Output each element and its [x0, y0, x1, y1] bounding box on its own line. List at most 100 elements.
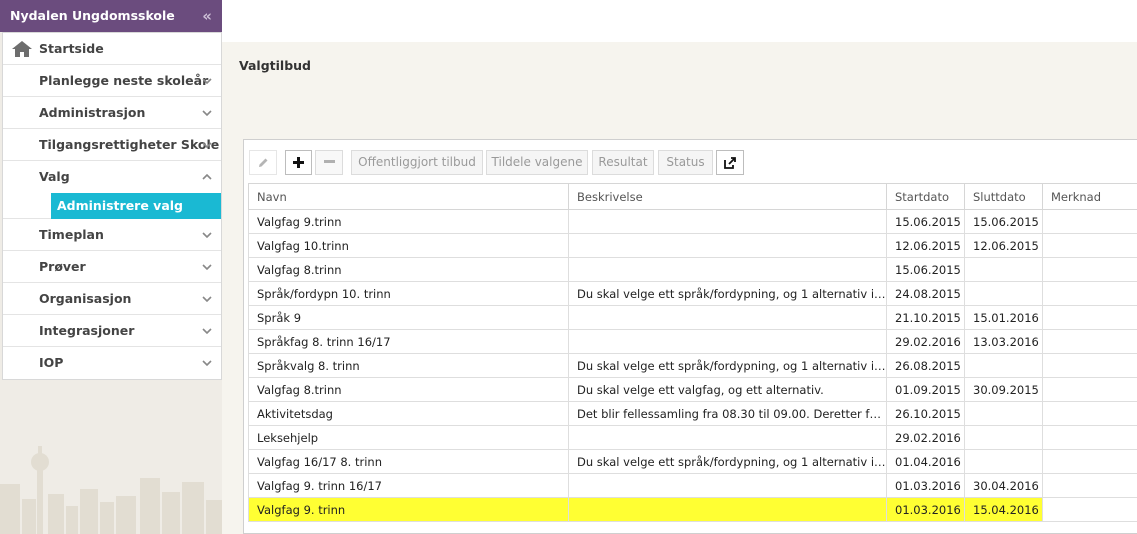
plus-icon[interactable] [285, 150, 312, 175]
sidebar-subitem-administrere-valg[interactable]: Administrere valg [51, 193, 221, 219]
minus-icon[interactable] [315, 150, 343, 175]
sidebar-item-valg[interactable]: Valg [3, 161, 221, 193]
export-icon[interactable] [716, 150, 744, 175]
cell-navn: Språk/fordypn 10. trinn [248, 281, 569, 306]
column-header-merknad[interactable]: Merknad [1042, 183, 1137, 210]
chevron-down-icon [202, 251, 212, 282]
top-bar [222, 0, 1137, 42]
cell-sluttdato [964, 425, 1043, 450]
chevron-down-icon [202, 347, 212, 378]
table-row[interactable]: Språk/fordypn 10. trinn Du skal velge ett… [248, 281, 1137, 306]
cell-sluttdato: 12.06.2015 [964, 233, 1043, 258]
publish-button[interactable]: Offentliggjort tilbud [351, 150, 483, 175]
cell-startdato: 26.10.2015 [886, 401, 965, 426]
sidebar-item-label: Integrasjoner [39, 323, 135, 338]
cell-beskrivelse [568, 257, 887, 282]
sidebar-item-administrasjon[interactable]: Administrasjon [3, 97, 221, 129]
sidebar-item-label: Timeplan [39, 227, 104, 242]
sidebar-item-label: IOP [39, 355, 64, 370]
sidebar-item-iop[interactable]: IOP [3, 347, 221, 379]
assign-button[interactable]: Tildele valgene [486, 150, 588, 175]
double-chevron-left-icon[interactable]: « [202, 0, 212, 32]
cell-merknad [1042, 425, 1137, 450]
sidebar-item-planlegge[interactable]: Planlegge neste skoleår [3, 65, 221, 97]
sidebar-item-label: Startside [39, 41, 104, 56]
cell-merknad [1042, 353, 1137, 378]
sidebar-item-label: Prøver [39, 259, 86, 274]
cell-beskrivelse [568, 233, 887, 258]
sidebar-item-tilgangsrettigheter[interactable]: Tilgangsrettigheter Skole [3, 129, 221, 161]
cell-merknad [1042, 449, 1137, 474]
school-name: Nydalen Ungdomsskole [10, 8, 175, 23]
sidebar-item-integrasjoner[interactable]: Integrasjoner [3, 315, 221, 347]
cell-merknad [1042, 281, 1137, 306]
cell-beskrivelse: Du skal velge ett valgfag, og ett altern… [568, 377, 887, 402]
sidebar-header: Nydalen Ungdomsskole « [0, 0, 222, 32]
table-row[interactable]: Språkfag 8. trinn 16/17 29.02.2016 13.03.2… [248, 329, 1137, 354]
table-row[interactable]: Valgfag 8.trinn Du skal velge ett valgfag… [248, 377, 1137, 402]
sidebar-item-startside[interactable]: Startside [3, 33, 221, 65]
cell-startdato: 12.06.2015 [886, 233, 965, 258]
cell-merknad [1042, 329, 1137, 354]
sidebar: Nydalen Ungdomsskole « Startside Planleg… [0, 0, 222, 534]
cell-beskrivelse [568, 473, 887, 498]
table-row[interactable]: Språkvalg 8. trinn Du skal velge ett språ… [248, 353, 1137, 378]
column-header-sluttdato[interactable]: Sluttdato [964, 183, 1043, 210]
table-row[interactable]: Språk 9 21.10.2015 15.01.2016 [248, 305, 1137, 330]
sidebar-item-label: Administrasjon [39, 105, 146, 120]
sidebar-item-label: Planlegge neste skoleår [39, 73, 209, 88]
table-row[interactable]: Valgfag 16/17 8. trinn Du skal velge ett … [248, 449, 1137, 474]
cell-merknad [1042, 233, 1137, 258]
table-row[interactable]: Leksehjelp 29.02.2016 [248, 425, 1137, 450]
table-row[interactable]: Valgfag 9. trinn 01.03.2016 15.04.2016 [248, 497, 1137, 522]
result-button[interactable]: Resultat [592, 150, 654, 175]
cell-startdato: 15.06.2015 [886, 209, 965, 234]
column-header-startdato[interactable]: Startdato [886, 183, 965, 210]
cell-sluttdato: 13.03.2016 [964, 329, 1043, 354]
cell-startdato: 15.06.2015 [886, 257, 965, 282]
cell-sluttdato [964, 257, 1043, 282]
chevron-down-icon [202, 219, 212, 250]
cell-sluttdato: 30.04.2016 [964, 473, 1043, 498]
cell-sluttdato [964, 401, 1043, 426]
options-table: Navn Beskrivelse Startdato Sluttdato Mer… [248, 183, 1137, 522]
cell-navn: Valgfag 9.trinn [248, 209, 569, 234]
sidebar-item-organisasjon[interactable]: Organisasjon [3, 283, 221, 315]
status-button[interactable]: Status [658, 150, 713, 175]
table-row[interactable]: Valgfag 8.trinn 15.06.2015 [248, 257, 1137, 282]
cell-beskrivelse [568, 305, 887, 330]
cell-sluttdato: 15.01.2016 [964, 305, 1043, 330]
chevron-up-icon [202, 161, 212, 192]
page-title: Valgtilbud [239, 58, 311, 73]
sidebar-item-prover[interactable]: Prøver [3, 251, 221, 283]
table-row[interactable]: Valgfag 10.trinn 12.06.2015 12.06.2015 [248, 233, 1137, 258]
sidebar-item-label: Tilgangsrettigheter Skole [39, 137, 220, 152]
cell-merknad [1042, 377, 1137, 402]
cell-navn: Aktivitetsdag [248, 401, 569, 426]
cell-beskrivelse: Du skal velge ett språk/fordypning, og 1… [568, 281, 887, 306]
cell-merknad [1042, 473, 1137, 498]
cell-navn: Valgfag 9. trinn [248, 497, 569, 522]
chevron-down-icon [202, 283, 212, 314]
sidebar-item-timeplan[interactable]: Timeplan [3, 219, 221, 251]
home-icon [12, 41, 32, 57]
table-row[interactable]: Aktivitetsdag Det blir fellessamling fra … [248, 401, 1137, 426]
column-header-navn[interactable]: Navn [248, 183, 569, 210]
table-row[interactable]: Valgfag 9.trinn 15.06.2015 15.06.2015 [248, 209, 1137, 234]
city-skyline-decoration [0, 446, 222, 534]
cell-startdato: 21.10.2015 [886, 305, 965, 330]
cell-beskrivelse [568, 425, 887, 450]
pencil-icon[interactable] [249, 150, 277, 175]
sidebar-subitem-row: Administrere valg [3, 193, 221, 219]
column-header-beskrivelse[interactable]: Beskrivelse [568, 183, 887, 210]
chevron-down-icon [202, 315, 212, 346]
cell-startdato: 01.04.2016 [886, 449, 965, 474]
cell-startdato: 01.03.2016 [886, 497, 965, 522]
cell-beskrivelse [568, 209, 887, 234]
table-row[interactable]: Valgfag 9. trinn 16/17 01.03.2016 30.04.20… [248, 473, 1137, 498]
cell-navn: Språkfag 8. trinn 16/17 [248, 329, 569, 354]
sidebar-item-label: Organisasjon [39, 291, 132, 306]
cell-navn: Språk 9 [248, 305, 569, 330]
cell-navn: Språkvalg 8. trinn [248, 353, 569, 378]
cell-sluttdato [964, 449, 1043, 474]
